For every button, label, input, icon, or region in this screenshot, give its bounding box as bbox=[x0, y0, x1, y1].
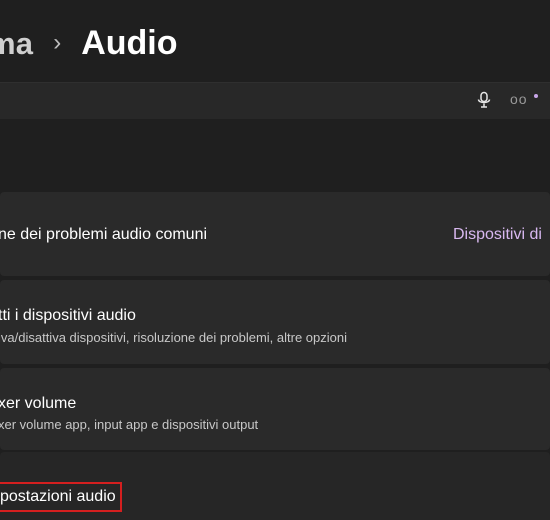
volume-mixer-card[interactable]: xer volume xer volume app, input app e d… bbox=[0, 368, 550, 450]
page-title: Audio bbox=[81, 24, 178, 62]
microphone-icon[interactable] bbox=[475, 91, 493, 109]
microphone-icon-graphic bbox=[477, 91, 491, 108]
accent-dot-icon bbox=[534, 94, 538, 98]
more-icon[interactable]: oo bbox=[510, 91, 538, 109]
more-audio-settings-title[interactable]: postazioni audio bbox=[0, 488, 116, 506]
troubleshoot-title: ne dei problemi audio comuni bbox=[0, 226, 208, 243]
volume-mixer-subtitle: xer volume app, input app e dispositivi … bbox=[0, 417, 259, 432]
all-audio-devices-card[interactable]: tti i dispositivi audio iva/disattiva di… bbox=[0, 280, 550, 364]
volume-mixer-title: xer volume bbox=[0, 395, 77, 412]
top-strip: oo bbox=[0, 82, 550, 119]
breadcrumb: ma › Audio bbox=[0, 24, 178, 63]
all-audio-devices-title: tti i dispositivi audio bbox=[0, 307, 136, 324]
more-dots-icon: oo bbox=[510, 91, 528, 107]
audio-settings-page: ma › Audio oo ne dei problemi audio comu… bbox=[0, 0, 550, 520]
all-audio-devices-subtitle: iva/disattiva dispositivi, risoluzione d… bbox=[0, 330, 348, 345]
page-header: ma › Audio bbox=[0, 0, 550, 88]
breadcrumb-separator-icon: › bbox=[53, 28, 62, 56]
troubleshoot-card[interactable]: ne dei problemi audio comuni Dispositivi… bbox=[0, 192, 550, 276]
breadcrumb-parent-link[interactable]: ma bbox=[0, 26, 33, 62]
output-devices-link[interactable]: Dispositivi di bbox=[453, 226, 542, 244]
